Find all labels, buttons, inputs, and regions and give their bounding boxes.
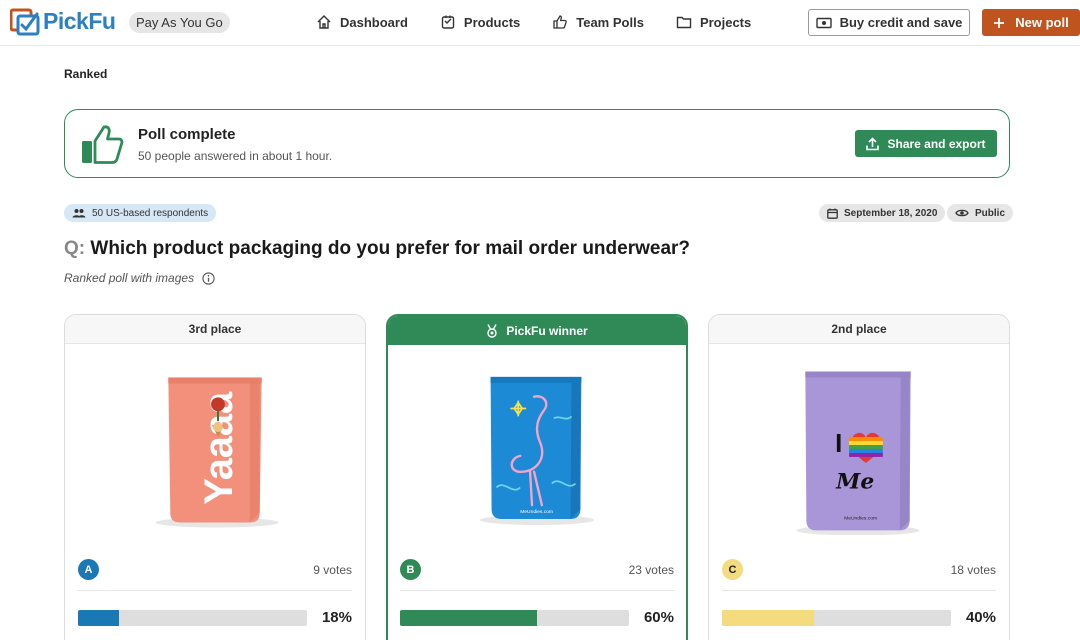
card-header: PickFu winner — [388, 316, 686, 345]
question-text: Which product packaging do you prefer fo… — [90, 238, 691, 259]
divider — [400, 590, 674, 591]
cash-icon — [815, 17, 832, 28]
svg-text:MeUndies.com: MeUndies.com — [844, 516, 877, 522]
calendar-icon — [827, 208, 838, 219]
votes-count: 18 votes — [950, 563, 996, 577]
eye-icon — [955, 209, 969, 217]
packaging-image-b: MeUndies.com — [479, 376, 595, 525]
visibility-label: Public — [975, 207, 1006, 219]
card-header: 3rd place — [65, 315, 365, 344]
svg-text:I: I — [835, 430, 842, 458]
nav-team-polls[interactable]: Team Polls — [552, 14, 644, 30]
nav-team-polls-label: Team Polls — [576, 14, 644, 30]
option-card-a[interactable]: 3rd place Yaaaa A 9 votes 18% — [64, 314, 366, 640]
logo-icon — [9, 6, 40, 36]
poll-complete-banner: Poll complete 50 people answered in abou… — [64, 109, 1010, 178]
packaging-image-c: I Me MeUndies.com — [796, 371, 920, 535]
plus-icon — [994, 17, 1005, 28]
result-bar-track — [400, 610, 629, 626]
respondents-badge: 50 US-based respondents — [64, 204, 217, 222]
logo-text: PickFu — [43, 7, 116, 34]
packaging-image-a: Yaaaa — [155, 377, 279, 528]
poll-subtitle: Ranked poll with images — [64, 271, 215, 285]
new-poll-button[interactable]: New poll — [982, 9, 1080, 36]
info-icon[interactable] — [202, 271, 215, 285]
date-badge: September 18, 2020 — [819, 204, 946, 222]
buy-credit-label: Buy credit and save — [839, 15, 963, 30]
place-label: 3rd place — [188, 322, 242, 336]
svg-text:Me: Me — [835, 469, 874, 495]
result-bar-fill — [722, 610, 814, 626]
option-letter-a: A — [78, 559, 99, 580]
visibility-badge[interactable]: Public — [947, 204, 1014, 222]
thumbs-up-icon — [82, 125, 124, 164]
nav-dashboard[interactable]: Dashboard — [316, 14, 408, 30]
result-bar-fill — [400, 610, 538, 626]
new-poll-label: New poll — [1015, 15, 1069, 30]
nav-projects[interactable]: Projects — [676, 14, 751, 30]
result-bar-track — [722, 610, 951, 626]
upload-icon — [866, 136, 880, 150]
date-label: September 18, 2020 — [844, 207, 938, 219]
question-prefix: Q: — [64, 238, 86, 259]
option-letter-b: B — [400, 559, 421, 580]
medal-icon — [487, 323, 498, 338]
people-icon — [72, 209, 86, 218]
votes-count: 9 votes — [313, 563, 352, 577]
thumbs-up-icon — [553, 15, 568, 29]
share-export-label: Share and export — [887, 136, 986, 151]
box-icon — [441, 15, 455, 29]
place-label: PickFu winner — [506, 323, 588, 338]
folder-icon — [676, 16, 692, 29]
place-label: 2nd place — [831, 322, 887, 336]
poll-subtitle-text: Ranked poll with images — [64, 271, 195, 285]
home-icon — [317, 15, 331, 29]
banner-title: Poll complete — [138, 126, 236, 143]
result-percent: 40% — [965, 609, 996, 626]
poll-question: Q: Which product packaging do you prefer… — [64, 238, 690, 260]
banner-subtitle: 50 people answered in about 1 hour. — [138, 149, 333, 163]
option-letter-c: C — [722, 559, 743, 580]
buy-credit-button[interactable]: Buy credit and save — [808, 9, 970, 36]
votes-count: 23 votes — [628, 563, 674, 577]
respondents-label: 50 US-based respondents — [92, 207, 209, 219]
nav-links: Dashboard Products Team Polls Projects — [316, 14, 783, 30]
pickfu-logo[interactable]: PickFu — [9, 6, 116, 36]
nav-products[interactable]: Products — [440, 14, 520, 30]
result-bar-fill — [78, 610, 120, 626]
option-card-c[interactable]: 2nd place I Me MeUndies.com C 18 votes 4… — [708, 314, 1010, 640]
plan-badge: Pay As You Go — [129, 12, 230, 33]
result-percent: 60% — [643, 609, 674, 626]
top-nav: PickFu Pay As You Go Dashboard Products … — [0, 0, 1080, 46]
svg-text:MeUndies.com: MeUndies.com — [520, 509, 553, 515]
result-bar-track — [78, 610, 307, 626]
poll-type-label: Ranked — [64, 67, 108, 81]
nav-products-label: Products — [463, 14, 521, 30]
option-card-b[interactable]: PickFu winner MeUndies.com B 23 votes 60… — [386, 314, 688, 640]
nav-dashboard-label: Dashboard — [340, 14, 408, 30]
result-percent: 18% — [321, 609, 352, 626]
divider — [78, 590, 352, 591]
divider — [722, 590, 996, 591]
share-export-button[interactable]: Share and export — [855, 130, 997, 157]
card-header: 2nd place — [709, 315, 1009, 344]
nav-projects-label: Projects — [699, 14, 752, 30]
